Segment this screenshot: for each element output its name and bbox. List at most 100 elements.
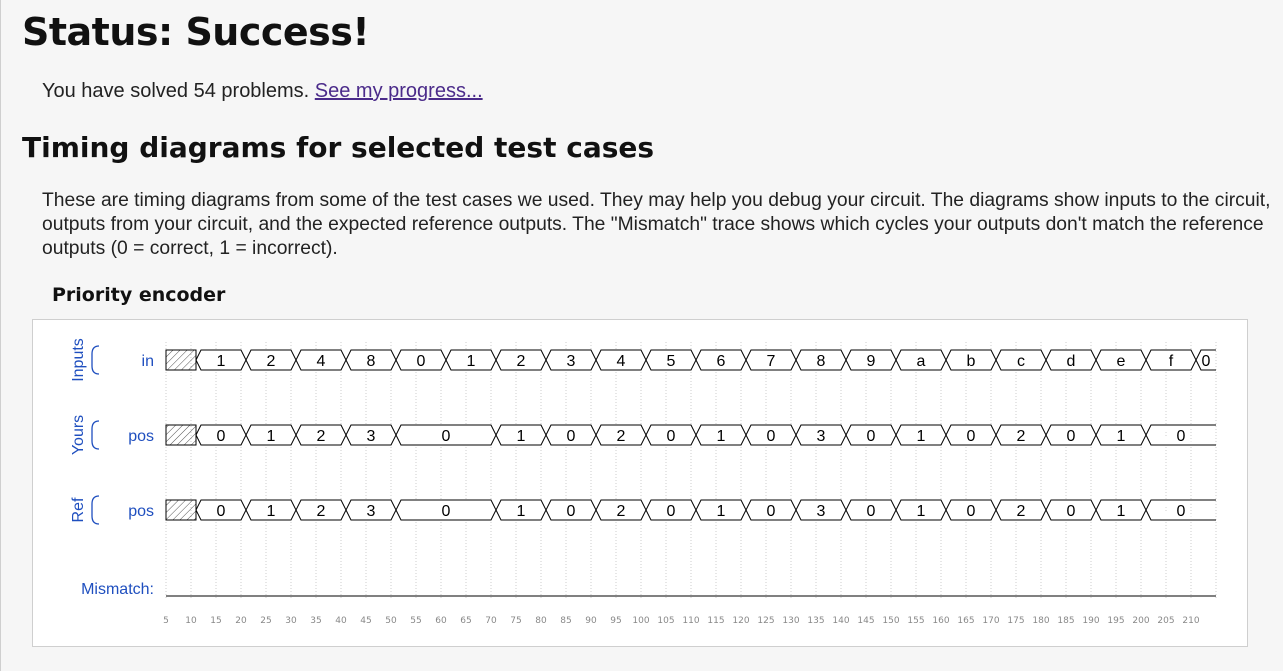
bus-value: b xyxy=(967,353,976,370)
time-tick-label: 145 xyxy=(857,616,874,626)
mismatch-label: Mismatch: xyxy=(81,581,154,598)
time-tick-label: 195 xyxy=(1107,616,1124,626)
time-tick-label: 175 xyxy=(1007,616,1024,626)
time-tick-label: 205 xyxy=(1157,616,1174,626)
bus-value: 2 xyxy=(617,503,626,520)
grid-lines xyxy=(165,342,1217,598)
bus-value: 0 xyxy=(1067,428,1076,445)
bus-value: 1 xyxy=(267,503,276,520)
signal-label-in: in xyxy=(142,353,154,370)
time-tick-label: 75 xyxy=(510,616,521,626)
bus-value: 0 xyxy=(442,503,451,520)
bus-value: 9 xyxy=(867,353,876,370)
group-bracket xyxy=(91,420,100,450)
bus-value: 1 xyxy=(717,503,726,520)
time-tick-label: 150 xyxy=(882,616,899,626)
bus-trace-1 xyxy=(195,424,1216,446)
time-tick-label: 210 xyxy=(1182,616,1199,626)
bus-value: 3 xyxy=(817,503,826,520)
time-tick-label: 105 xyxy=(657,616,674,626)
bus-value: c xyxy=(1017,353,1025,370)
section-description: These are timing diagrams from some of t… xyxy=(42,190,1271,259)
unknown-region xyxy=(165,349,197,371)
status-title: Status: Success! xyxy=(22,10,370,54)
time-tick-label: 140 xyxy=(832,616,849,626)
bus-value: 6 xyxy=(717,353,726,370)
progress-text: You have solved 54 problems. xyxy=(42,80,315,102)
time-tick-label: 50 xyxy=(385,616,397,626)
time-tick-label: 190 xyxy=(1082,616,1099,626)
bus-value: 1 xyxy=(517,428,526,445)
bus-value: 3 xyxy=(367,428,376,445)
time-tick-label: 30 xyxy=(285,616,297,626)
bus-value: 1 xyxy=(917,428,926,445)
unknown-region xyxy=(165,424,197,446)
time-tick-label: 55 xyxy=(410,616,421,626)
time-tick-label: 180 xyxy=(1032,616,1049,626)
time-tick-label: 135 xyxy=(807,616,824,626)
bus-value: 4 xyxy=(317,353,326,370)
timing-diagram-canvas: InputsYoursRefin 1 2 4 8 0 1 2 3 4 5 6 7 8 9 a b c d e f 0pos… xyxy=(70,338,1217,626)
time-tick-label: 70 xyxy=(485,616,497,626)
bus-value: e xyxy=(1117,353,1126,370)
section-heading: Timing diagrams for selected test cases xyxy=(22,131,655,164)
bus-value: 1 xyxy=(467,353,476,370)
progress-summary: You have solved 54 problems. See my prog… xyxy=(42,80,483,103)
time-tick-label: 110 xyxy=(682,616,699,626)
time-tick-label: 155 xyxy=(907,616,924,626)
time-tick-label: 185 xyxy=(1057,616,1074,626)
bus-value: 0 xyxy=(967,503,976,520)
bus-value: 0 xyxy=(217,503,226,520)
time-tick-label: 165 xyxy=(957,616,974,626)
time-tick-label: 100 xyxy=(632,616,649,626)
timing-diagram: Inputs Yours Ref in 1 2 4 8 0 1 2 3 4 5 6 7 8 9 a b c d e f 0 pos… xyxy=(32,319,1248,647)
bus-value: 1 xyxy=(1117,503,1126,520)
bus-value: 2 xyxy=(1017,428,1026,445)
time-tick-label: 160 xyxy=(932,616,949,626)
bus-value: 7 xyxy=(767,353,776,370)
bus-value: 0 xyxy=(767,503,776,520)
time-tick-label: 115 xyxy=(707,616,724,626)
time-tick-label: 65 xyxy=(460,616,471,626)
bus-value: 1 xyxy=(717,428,726,445)
time-tick-label: 80 xyxy=(535,616,547,626)
bus-value: 2 xyxy=(517,353,526,370)
bus-value: f xyxy=(1169,353,1174,370)
bus-value: 0 xyxy=(1067,503,1076,520)
time-tick-label: 35 xyxy=(310,616,321,626)
time-tick-label: 40 xyxy=(335,616,347,626)
bus-value: 1 xyxy=(517,503,526,520)
bus-value: 0 xyxy=(667,428,676,445)
bus-value: 1 xyxy=(267,428,276,445)
bus-value: 0 xyxy=(1177,503,1186,520)
bus-value: 0 xyxy=(217,428,226,445)
time-tick-label: 95 xyxy=(610,616,621,626)
time-tick-label: 90 xyxy=(585,616,597,626)
bus-trace-2 xyxy=(195,499,1216,521)
group-label-yours: Yours xyxy=(70,415,87,455)
group-bracket xyxy=(91,495,100,525)
bus-value: 2 xyxy=(317,428,326,445)
bus-value: 8 xyxy=(817,353,826,370)
bus-trace-0 xyxy=(195,349,1216,371)
bus-value: 0 xyxy=(567,428,576,445)
bus-value: 0 xyxy=(1202,353,1211,370)
bus-value: 0 xyxy=(867,503,876,520)
bus-value: 0 xyxy=(767,428,776,445)
bus-value: 1 xyxy=(217,353,226,370)
bus-value: 4 xyxy=(617,353,626,370)
time-tick-label: 85 xyxy=(560,616,571,626)
time-tick-label: 125 xyxy=(757,616,774,626)
bus-value: 0 xyxy=(867,428,876,445)
time-tick-label: 45 xyxy=(360,616,371,626)
diagram-title: Priority encoder xyxy=(52,284,226,306)
bus-value: 2 xyxy=(1017,503,1026,520)
bus-value: 2 xyxy=(317,503,326,520)
bus-value: 0 xyxy=(442,428,451,445)
bus-value: 0 xyxy=(667,503,676,520)
bus-value: d xyxy=(1067,353,1076,370)
time-tick-label: 130 xyxy=(782,616,799,626)
bus-value: 1 xyxy=(1117,428,1126,445)
see-progress-link[interactable]: See my progress... xyxy=(315,80,483,102)
time-tick-label: 5 xyxy=(163,616,169,626)
